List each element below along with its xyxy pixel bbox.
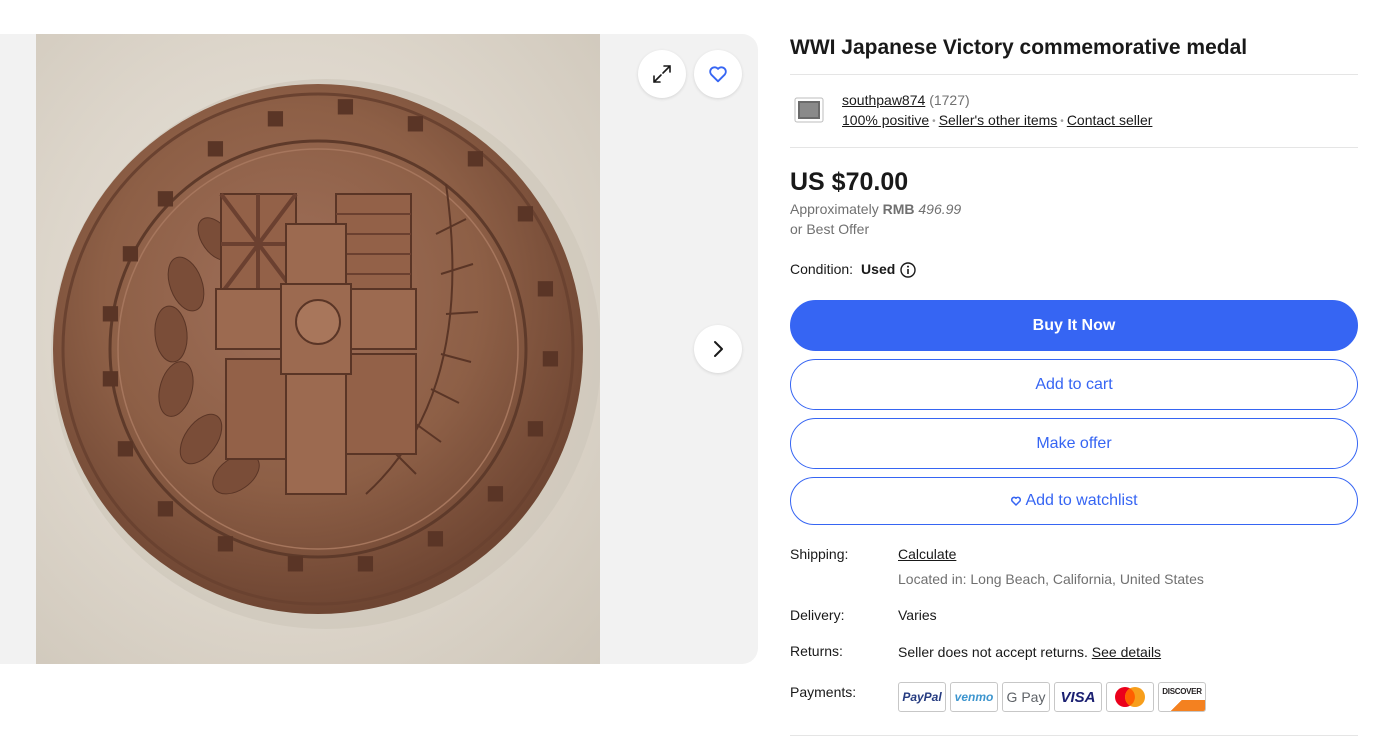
svg-text:■: ■ (486, 480, 505, 504)
svg-text:■: ■ (516, 200, 535, 224)
expand-icon (651, 63, 673, 85)
svg-text:■: ■ (356, 550, 375, 574)
buy-it-now-button[interactable]: Buy It Now (790, 300, 1358, 351)
info-icon[interactable] (900, 261, 916, 278)
svg-text:■: ■ (541, 345, 560, 369)
shipping-label: Shipping: (790, 546, 849, 562)
mastercard-logo (1106, 682, 1154, 712)
approx-value: 496.99 (918, 201, 962, 217)
paypal-logo: PayPal (898, 682, 946, 712)
discover-logo: DISCOVER (1158, 682, 1206, 712)
make-offer-button[interactable]: Make offer (790, 418, 1358, 469)
returns-value: Seller does not accept returns. See deta… (898, 644, 1161, 661)
make-offer-label: Make offer (1036, 434, 1112, 452)
svg-text:■: ■ (286, 550, 305, 574)
divider (790, 147, 1358, 148)
returns-details-link[interactable]: See details (1092, 644, 1161, 660)
add-to-watchlist-label: Add to watchlist (1025, 492, 1138, 509)
returns-text: Seller does not accept returns. (898, 644, 1088, 660)
svg-text:■: ■ (466, 145, 485, 169)
svg-text:■: ■ (536, 275, 555, 299)
expand-image-button[interactable] (638, 50, 686, 98)
svg-text:■: ■ (266, 105, 285, 129)
svg-text:■: ■ (156, 185, 175, 209)
svg-text:■: ■ (116, 435, 135, 459)
add-to-cart-label: Add to cart (1035, 375, 1113, 393)
buy-it-now-label: Buy It Now (1032, 316, 1116, 334)
svg-text:■: ■ (101, 300, 120, 324)
payments-label: Payments: (790, 684, 857, 700)
seller-name-link[interactable]: southpaw874 (842, 92, 925, 108)
returns-label: Returns: (790, 643, 843, 659)
condition-row: Condition: Used (790, 261, 916, 278)
divider (790, 735, 1358, 736)
add-to-watchlist-button[interactable]: Add to watchlist (790, 477, 1358, 525)
approx-label: Approximately (790, 201, 879, 217)
delivery-value: Varies (898, 607, 937, 623)
svg-text:■: ■ (406, 110, 425, 134)
next-image-button[interactable] (694, 325, 742, 373)
contact-seller-link[interactable]: Contact seller (1067, 112, 1153, 128)
svg-text:■: ■ (526, 415, 545, 439)
svg-text:■: ■ (216, 530, 235, 554)
price: US $70.00 (790, 168, 909, 196)
seller-avatar[interactable] (794, 95, 824, 125)
separator-dot: • (932, 116, 936, 127)
delivery-label: Delivery: (790, 607, 845, 623)
calculate-shipping-link[interactable]: Calculate (898, 546, 956, 562)
google-pay-logo: G Pay (1002, 682, 1050, 712)
approx-currency: RMB (882, 201, 915, 217)
svg-text:■: ■ (156, 495, 175, 519)
visa-logo: VISA (1054, 682, 1102, 712)
payment-methods: PayPal venmo G Pay VISA DISCOVER (898, 682, 1206, 712)
image-gallery: ■ ■ ■ ■ ■ ■ ■ ■ ■ ■ ■ ■ ■ ■ ■ ■ ■ ■ ■ ■ (0, 34, 758, 664)
add-to-cart-button[interactable]: Add to cart (790, 359, 1358, 410)
svg-text:■: ■ (206, 135, 225, 159)
seller-links: 100% positive • Seller's other items • Conta… (842, 112, 1152, 130)
separator-dot: • (1060, 116, 1064, 127)
heart-icon (707, 63, 729, 85)
approx-price: Approximately RMB 496.99 (790, 201, 961, 218)
medal-illustration: ■ ■ ■ ■ ■ ■ ■ ■ ■ ■ ■ ■ ■ ■ ■ ■ ■ ■ ■ ■ (51, 79, 600, 629)
venmo-logo: venmo (950, 682, 998, 712)
seller-positive-link[interactable]: 100% positive (842, 112, 929, 128)
svg-text:■: ■ (336, 93, 355, 117)
product-image[interactable]: ■ ■ ■ ■ ■ ■ ■ ■ ■ ■ ■ ■ ■ ■ ■ ■ ■ ■ ■ ■ (36, 34, 600, 664)
divider (790, 74, 1358, 75)
svg-text:■: ■ (121, 240, 140, 264)
svg-text:■: ■ (426, 525, 445, 549)
seller-feedback-count: (1727) (929, 92, 970, 108)
item-location: Located in: Long Beach, California, Unit… (898, 571, 1204, 587)
chevron-right-icon (708, 339, 728, 359)
condition-value: Used (861, 261, 896, 277)
watch-image-button[interactable] (694, 50, 742, 98)
condition-label: Condition: (790, 261, 854, 277)
seller-name-row: southpaw874 (1727) (842, 92, 970, 109)
heart-icon (1010, 495, 1022, 507)
listing-title: WWI Japanese Victory commemorative medal (790, 36, 1248, 59)
shipping-value: Calculate (898, 546, 956, 563)
svg-text:■: ■ (101, 365, 120, 389)
seller-other-items-link[interactable]: Seller's other items (939, 112, 1058, 128)
best-offer-text: or Best Offer (790, 221, 870, 237)
